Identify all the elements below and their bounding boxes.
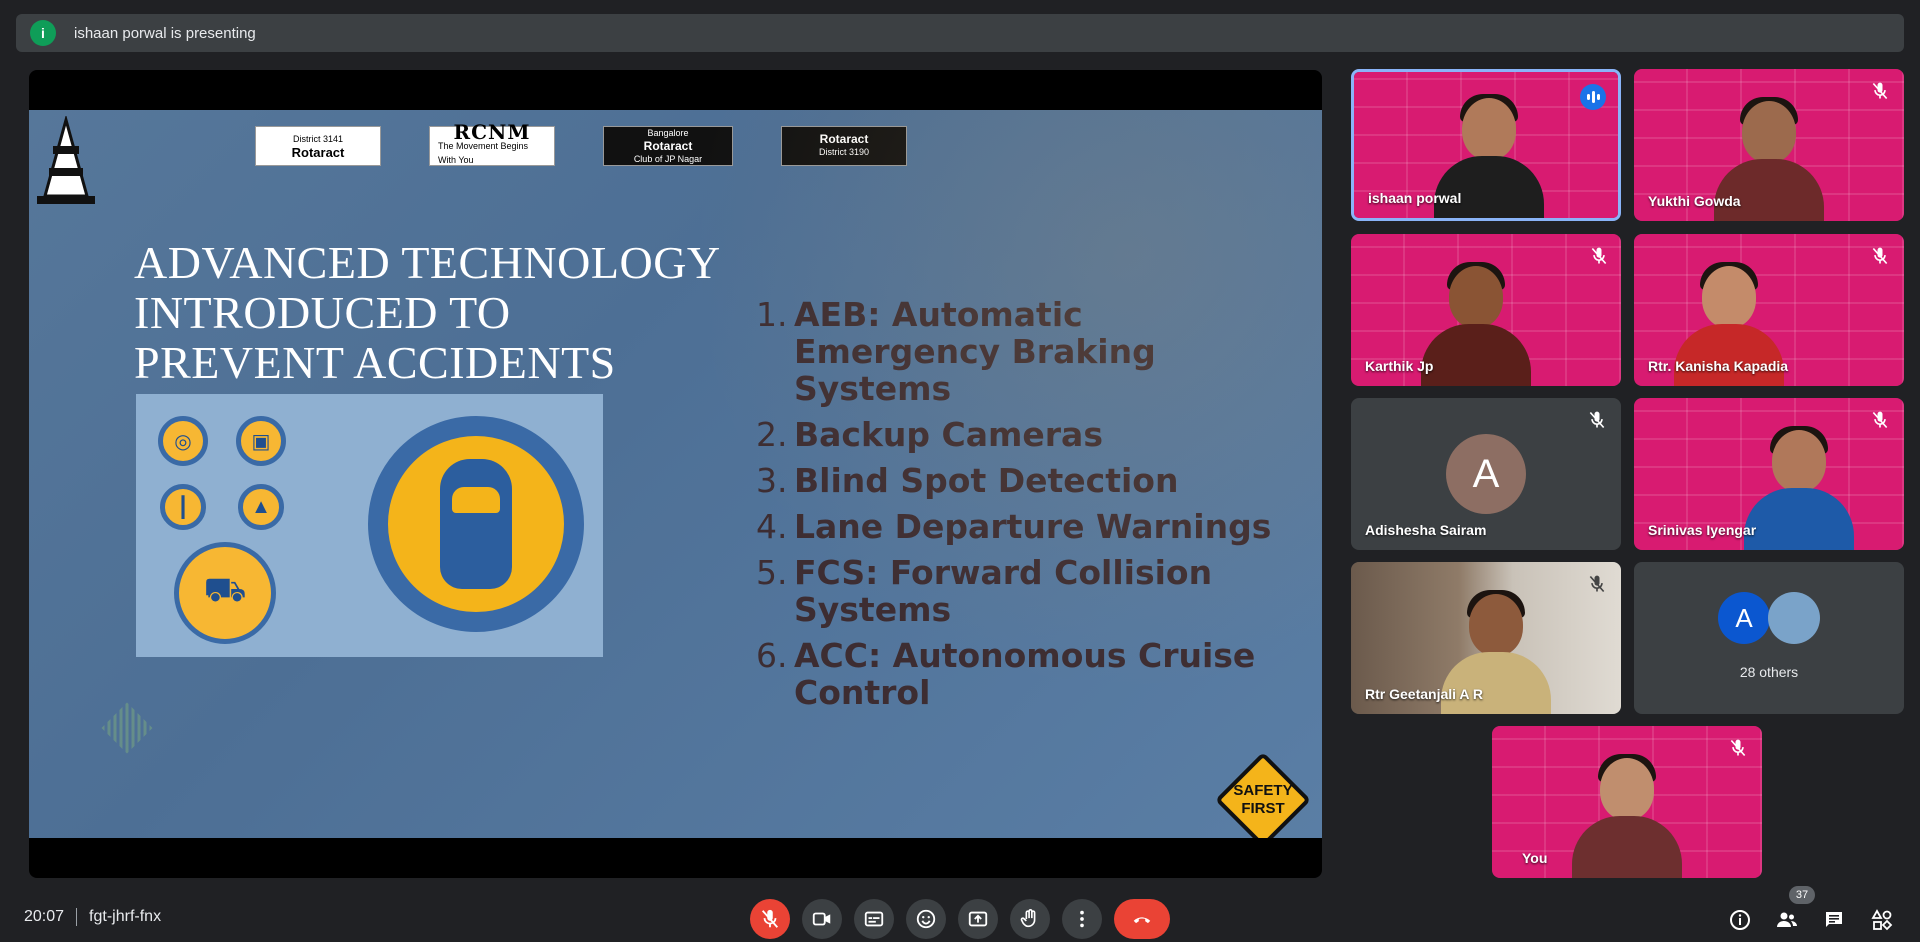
leave-call-button[interactable] [1114,899,1170,939]
participant-tile-kanisha-kapadia[interactable]: Rtr. Kanisha Kapadia [1634,234,1904,386]
list-item: 1. AEB: Automatic Emergency Braking Syste… [756,295,1156,408]
present-screen-button[interactable] [958,899,998,939]
closed-captions-icon [864,911,884,927]
logo-rotaract-3190: Rotaract District 3190 [781,126,907,166]
more-vertical-icon [1080,910,1084,928]
participant-tile-adishesha-sairam[interactable]: A Adishesha Sairam [1351,398,1621,550]
participant-name: Yukthi Gowda [1648,193,1741,209]
speaking-indicator-icon [1580,84,1606,110]
presenting-text: ishaan porwal is presenting [74,24,256,42]
avatar: A [1718,592,1770,644]
logo-rcnm: RCNM The Movement Begins With You [429,122,555,166]
participant-tile-ishaan-porwal[interactable]: ishaan porwal [1351,69,1621,221]
list-item: 2. Backup Cameras [756,415,1103,454]
logo-rotaract-3141: District 3141 Rotaract [255,126,381,166]
traffic-cone-icon [37,116,95,204]
blind-spot-car-icon [368,416,584,632]
mic-off-icon [1872,247,1888,265]
captions-button[interactable] [854,899,894,939]
brake-icon: ◎ [158,416,208,466]
participant-name: Rtr Geetanjali A R [1365,686,1483,702]
camera-icon: ▣ [236,416,286,466]
reactions-button[interactable] [906,899,946,939]
meet-window: i ishaan porwal is presenting District 3… [0,0,1920,942]
avatar [1768,592,1820,644]
participant-name: Karthik Jp [1365,358,1434,374]
list-item: 5. FCS: Forward Collision Systems [756,553,1213,629]
participant-tile-self[interactable]: You [1492,726,1762,878]
hand-icon [1020,909,1036,928]
mic-off-icon [1872,82,1888,100]
video-camera-icon [812,912,831,926]
presenter-badge: i [30,20,56,46]
participant-tile-yukthi-gowda[interactable]: Yukthi Gowda [1634,69,1904,221]
car-front-icon: ▲ [238,484,284,530]
info-icon [1730,910,1750,930]
sponsor-logos: District 3141 Rotaract RCNM The Movement… [255,122,907,166]
participant-tile-karthik-jp[interactable]: Karthik Jp [1351,234,1621,386]
technology-list: 1. AEB: Automatic Emergency Braking Syste… [756,296,1276,720]
activities-shapes-icon [1871,909,1893,931]
participant-name: Adishesha Sairam [1365,522,1487,538]
mic-off-icon [1591,247,1607,265]
participant-name: You [1522,850,1548,866]
participant-tile-others[interactable]: A 28 others [1634,562,1904,714]
list-item: 6. ACC: Autonomous Cruise Control [756,636,1256,712]
avatar: A [1446,434,1526,514]
people-count-badge: 37 [1789,886,1815,904]
meeting-details-button[interactable] [1724,904,1756,936]
mic-toggle-button[interactable] [750,899,790,939]
end-call-icon [1133,917,1151,924]
mic-off-icon [1589,575,1605,593]
more-options-button[interactable] [1062,899,1102,939]
presentation-slide: District 3141 Rotaract RCNM The Movement… [29,110,1322,838]
presentation-stage[interactable]: District 3141 Rotaract RCNM The Movement… [29,70,1322,878]
meeting-code: fgt-jhrf-fnx [89,908,162,925]
mic-off-icon [761,909,779,928]
list-item: 4. Lane Departure Warnings [756,507,1272,546]
safety-first-sign: SAFETY FIRST [1214,751,1312,838]
people-icon [1777,912,1797,927]
participant-name: ishaan porwal [1368,190,1462,206]
present-screen-icon [968,911,988,927]
meeting-info: 20:07 fgt-jhrf-fnx [24,908,161,926]
collision-icon: ⛟ [174,542,276,644]
emoji-icon [916,909,936,929]
meeting-time: 20:07 [24,908,65,925]
decorative-diamond [101,702,153,754]
slide-title: ADVANCED TECHNOLOGY INTRODUCED TO PREVEN… [134,237,721,388]
people-button[interactable] [1771,904,1803,936]
mic-off-icon [1589,411,1605,429]
activities-button[interactable] [1866,904,1898,936]
chat-button[interactable] [1818,904,1850,936]
raise-hand-button[interactable] [1010,899,1050,939]
logo-rotaract-jp-nagar: Bangalore Rotaract Club of JP Nagar [603,126,733,166]
participant-name: Srinivas Iyengar [1648,522,1757,538]
mic-off-icon [1730,739,1746,757]
camera-toggle-button[interactable] [802,899,842,939]
mic-off-icon [1872,411,1888,429]
presenting-banner: i ishaan porwal is presenting [16,14,1904,52]
participant-name: Rtr. Kanisha Kapadia [1648,358,1789,374]
participant-tile-srinivas-iyengar[interactable]: Srinivas Iyengar [1634,398,1904,550]
participant-tile-geetanjali-a-r[interactable]: Rtr Geetanjali A R [1351,562,1621,714]
lane-icon: ┃ [160,484,206,530]
others-count-label: 28 others [1739,664,1799,680]
car-technology-illustration: ◎ ▣ ┃ ▲ ⛟ [136,394,603,657]
list-item: 3. Blind Spot Detection [756,461,1179,500]
divider [76,908,78,926]
chat-icon [1826,912,1842,927]
